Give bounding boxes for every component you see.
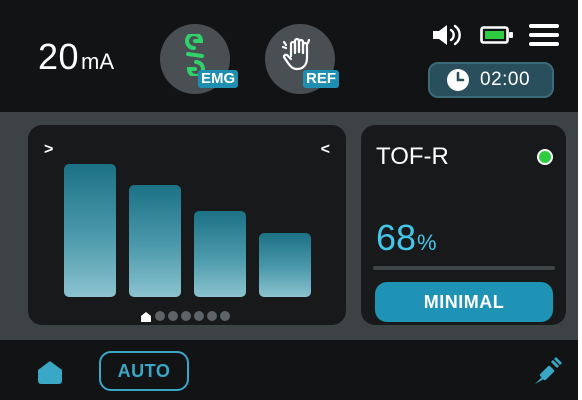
menu-icon[interactable] — [528, 22, 560, 53]
auto-button[interactable]: AUTO — [99, 351, 189, 391]
battery-icon — [480, 25, 514, 50]
volume-icon[interactable] — [430, 23, 466, 52]
home-icon[interactable] — [37, 359, 63, 390]
tof-bar-4 — [259, 233, 311, 297]
footer-bar: AUTO — [0, 340, 578, 400]
tof-panel: TOF-R 68 % MINIMAL — [361, 125, 566, 325]
tof-progress-track — [373, 266, 555, 270]
blockade-status-badge: MINIMAL — [375, 282, 553, 322]
tof-value: 68 % — [376, 217, 437, 259]
tof-ratio: 68 — [376, 217, 417, 258]
page-dot[interactable] — [155, 311, 165, 321]
train-of-four-chart: > < — [28, 125, 346, 325]
needle-icon[interactable] — [533, 354, 565, 391]
page-dot[interactable] — [194, 311, 204, 321]
page-dot[interactable] — [181, 311, 191, 321]
status-icons — [430, 22, 574, 53]
tof-bar-3 — [194, 211, 246, 297]
header-bar: 20 mA EMG REF 02:00 — [0, 0, 578, 112]
ref-tag: REF — [303, 70, 339, 88]
current-value: 20 — [38, 36, 80, 77]
stimulation-current: 20 mA — [38, 36, 114, 78]
current-unit: mA — [81, 49, 115, 74]
tof-bar-1 — [64, 164, 116, 297]
main-area: > < TOF-R 68 % MINIMAL — [0, 112, 578, 340]
device-screen: 20 mA EMG REF 02:00 > < TOF-R 68 % MINIM… — [0, 0, 578, 400]
ref-button[interactable]: REF — [265, 24, 339, 94]
chart-bars — [28, 125, 346, 325]
emg-tag: EMG — [198, 70, 239, 88]
timer-button[interactable]: 02:00 — [428, 62, 554, 98]
page-indicator — [140, 310, 233, 322]
tof-bar-2 — [129, 185, 181, 297]
tof-unit: % — [417, 230, 437, 255]
page-dot[interactable] — [220, 311, 230, 321]
timer-value: 02:00 — [480, 69, 531, 90]
tof-progress-fill — [373, 266, 497, 270]
tof-title: TOF-R — [376, 143, 449, 170]
page-dot[interactable] — [207, 311, 217, 321]
page-dot[interactable] — [168, 311, 178, 321]
page-dot-home-icon[interactable] — [140, 310, 152, 322]
hand-icon — [281, 37, 311, 71]
status-led — [537, 149, 553, 165]
emg-button[interactable]: EMG — [160, 24, 239, 94]
clock-icon — [447, 69, 469, 91]
